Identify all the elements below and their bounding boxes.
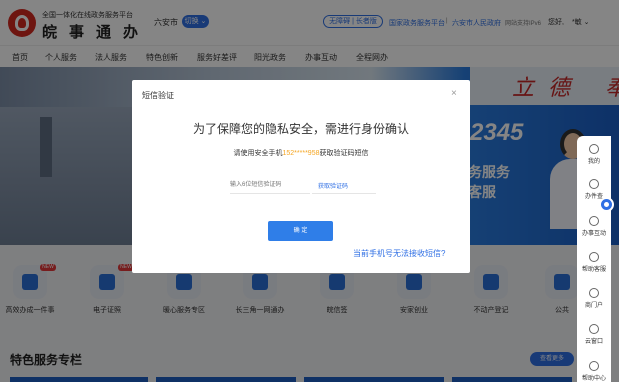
close-icon[interactable]: × [451, 88, 457, 99]
headset-icon [589, 252, 599, 262]
dialog-title: 短信验证 [142, 91, 174, 100]
user-icon [589, 324, 599, 334]
sms-verify-dialog: 短信验证 × 为了保障您的隐私安全，需进行身份确认 请使用安全手机152****… [132, 80, 470, 273]
sidebar-item-help-service[interactable]: 帮助客服 [577, 252, 611, 273]
cannot-receive-sms-link[interactable]: 当前手机号无法接收短信? [353, 248, 445, 259]
sidebar-item-help-center[interactable]: 帮助中心 [577, 361, 611, 382]
masked-phone: 152*****958 [282, 150, 320, 157]
sms-code-input[interactable] [230, 177, 310, 194]
dialog-description: 请使用安全手机152*****958获取验证码短信 [132, 148, 470, 158]
question-icon [589, 361, 599, 371]
divider [312, 193, 376, 194]
sidebar-item-label: 办事互动 [581, 231, 606, 237]
sidebar-item-label: 云窗口 [584, 339, 603, 345]
sidebar-item-portal[interactable]: 商门户 [577, 288, 611, 309]
phone-icon [589, 288, 599, 298]
floating-sidebar: 我的 办件查 办事互动 帮助客服 商门户 云窗口 帮助中心 [577, 136, 611, 382]
confirm-button[interactable]: 确 定 [268, 221, 333, 241]
sidebar-item-interaction[interactable]: 办事互动 [577, 216, 611, 237]
search-doc-icon [589, 179, 599, 189]
sidebar-item-label: 帮助中心 [581, 376, 606, 382]
sidebar-item-label: 帮助客服 [581, 267, 606, 273]
user-icon [589, 144, 599, 154]
sidebar-item-label: 商门户 [584, 303, 603, 309]
get-code-button[interactable]: 获取验证码 [318, 181, 348, 190]
assistant-float-icon[interactable] [599, 197, 614, 212]
dialog-heading: 为了保障您的隐私安全，需进行身份确认 [192, 122, 409, 136]
desc-prefix: 请使用安全手机 [233, 150, 283, 157]
sidebar-item-label: 我的 [587, 159, 600, 165]
chat-icon [589, 216, 599, 226]
sidebar-item-cloud-window[interactable]: 云窗口 [577, 324, 611, 345]
desc-suffix: 获取验证码短信 [319, 150, 369, 157]
sidebar-item-mine[interactable]: 我的 [577, 144, 611, 165]
